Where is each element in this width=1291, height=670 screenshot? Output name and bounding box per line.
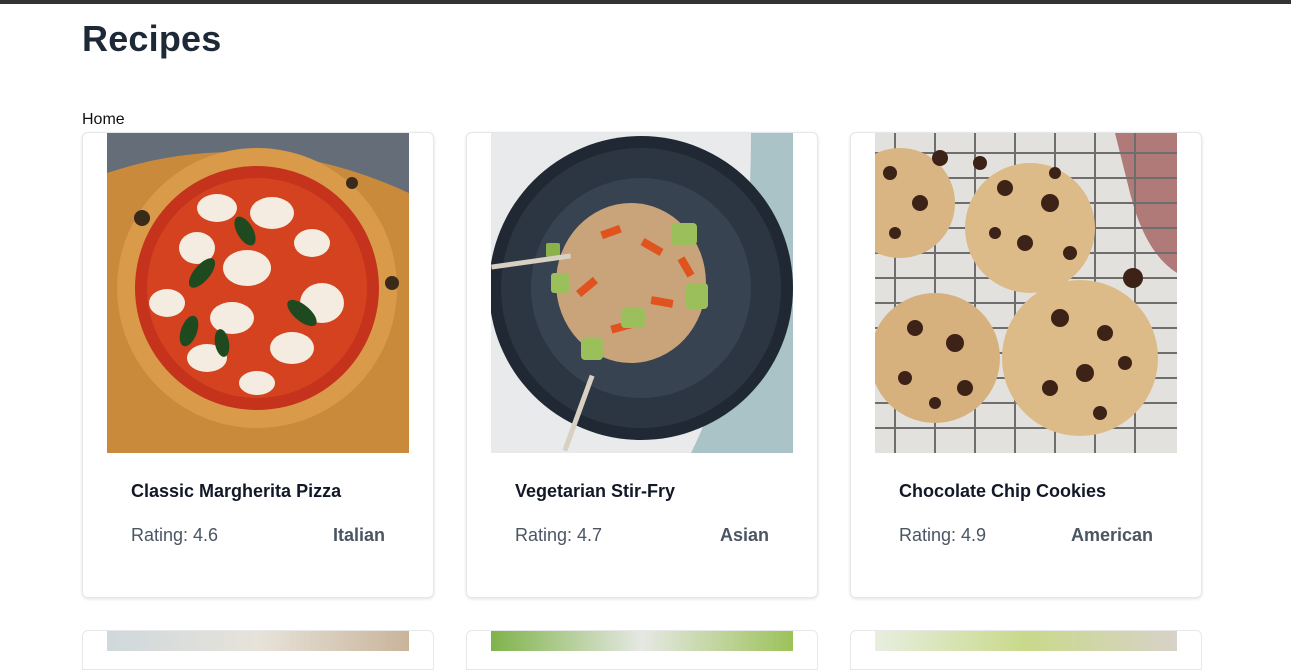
recipe-card-margherita-pizza[interactable]: Classic Margherita Pizza Rating: 4.6 Ita… — [82, 132, 434, 598]
recipe-image-cookies — [875, 133, 1177, 453]
recipe-card-partial[interactable] — [850, 630, 1202, 670]
recipe-card-chocolate-chip-cookies[interactable]: Chocolate Chip Cookies Rating: 4.9 Ameri… — [850, 132, 1202, 598]
recipe-card-vegetarian-stir-fry[interactable]: Vegetarian Stir-Fry Rating: 4.7 Asian — [466, 132, 818, 598]
pizza-image — [107, 133, 409, 453]
recipe-image-partial — [875, 631, 1177, 651]
stir-fry-image — [491, 133, 793, 453]
top-bar — [0, 0, 1291, 4]
recipe-title[interactable]: Chocolate Chip Cookies — [899, 481, 1106, 502]
recipe-image-partial — [107, 631, 409, 651]
recipe-title[interactable]: Classic Margherita Pizza — [131, 481, 341, 502]
breadcrumb-home-link[interactable]: Home — [82, 111, 125, 129]
recipe-title[interactable]: Vegetarian Stir-Fry — [515, 481, 675, 502]
recipe-image-partial — [491, 631, 793, 651]
recipe-rating: Rating: 4.9 — [899, 525, 987, 545]
recipe-image-pizza — [107, 133, 409, 453]
recipe-cuisine: Asian — [719, 525, 769, 545]
cookies-image — [875, 133, 1177, 453]
recipe-rating: Rating: 4.7 — [515, 525, 603, 545]
page-title: Recipes — [82, 18, 222, 59]
recipe-image-stir-fry — [491, 133, 793, 453]
recipe-card-partial[interactable] — [466, 630, 818, 670]
recipe-rating: Rating: 4.6 — [131, 525, 219, 545]
recipe-cuisine: Italian — [332, 525, 385, 545]
recipe-card-partial[interactable] — [82, 630, 434, 670]
recipe-cuisine: American — [1070, 525, 1153, 545]
